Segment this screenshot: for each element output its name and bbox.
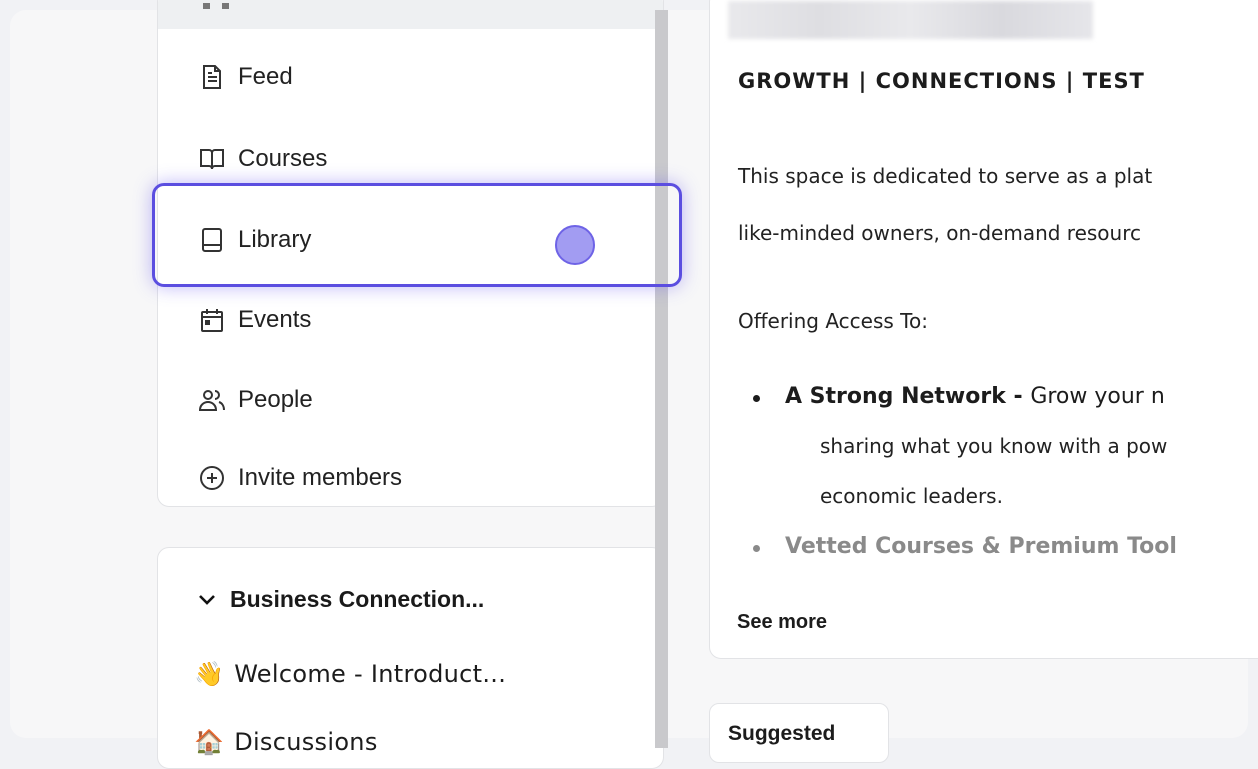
plus-circle-icon xyxy=(200,466,224,490)
grid-icon xyxy=(203,3,229,9)
offering-heading: Offering Access To: xyxy=(738,309,928,333)
space-group-toggle[interactable]: Business Connection... xyxy=(198,586,484,613)
open-book-icon xyxy=(200,149,224,170)
waving-hand-icon: 👋 xyxy=(194,660,225,688)
bullet-vetted-courses: Vetted Courses & Premium Tool xyxy=(753,534,1177,559)
bullet-strong-network: A Strong Network - Grow your n xyxy=(753,384,1165,409)
click-indicator xyxy=(555,225,595,265)
space-item-discussions[interactable]: 🏠 Discussions xyxy=(194,728,378,756)
sidebar-scrollbar[interactable] xyxy=(655,10,668,748)
bullet-title: A Strong Network - xyxy=(785,384,1031,409)
space-item-welcome[interactable]: 👋 Welcome - Introduct... xyxy=(194,660,506,688)
bullet-continuation: sharing what you know with a pow xyxy=(820,434,1168,458)
about-headline: GROWTH | CONNECTIONS | TEST xyxy=(738,69,1145,93)
bullet-continuation: economic leaders. xyxy=(820,484,1003,508)
chevron-down-icon xyxy=(199,594,215,605)
space-group-label: Business Connection... xyxy=(230,586,485,612)
sidebar-item-people[interactable]: People xyxy=(198,380,313,420)
bullet-text: Grow your n xyxy=(1030,384,1165,409)
about-intro-line: This space is dedicated to serve as a pl… xyxy=(738,164,1153,188)
sidebar-item-label: Courses xyxy=(238,145,328,172)
calendar-icon xyxy=(201,309,223,332)
spaces-panel: Business Connection... 👋 Welcome - Intro… xyxy=(157,547,664,769)
space-item-label: Welcome - Introduct... xyxy=(234,660,507,688)
house-icon: 🏠 xyxy=(194,728,225,756)
space-about-card: GROWTH | CONNECTIONS | TEST This space i… xyxy=(709,0,1258,659)
about-intro-line: like-minded owners, on-demand resourc xyxy=(738,221,1141,245)
sidebar-item-label: People xyxy=(238,386,313,413)
people-icon xyxy=(198,390,225,411)
sidebar-item-courses[interactable]: Courses xyxy=(198,139,327,179)
see-more-link[interactable]: See more xyxy=(737,611,1257,634)
library-highlight xyxy=(152,183,682,287)
blurred-banner xyxy=(728,1,1093,39)
sidebar-item-events[interactable]: Events xyxy=(198,300,311,340)
suggested-section-title: Suggested xyxy=(709,703,889,763)
nav-top-item[interactable] xyxy=(158,0,663,29)
bullet-title: Vetted Courses & Premium Tool xyxy=(785,534,1177,559)
space-item-label: Discussions xyxy=(234,728,378,756)
sidebar-item-feed[interactable]: Feed xyxy=(198,57,293,97)
sidebar-item-label: Events xyxy=(238,306,312,333)
sidebar-item-invite-members[interactable]: Invite members xyxy=(198,458,402,498)
document-icon xyxy=(203,65,221,89)
sidebar-item-label: Invite members xyxy=(238,464,403,491)
sidebar-item-label: Feed xyxy=(238,63,293,90)
